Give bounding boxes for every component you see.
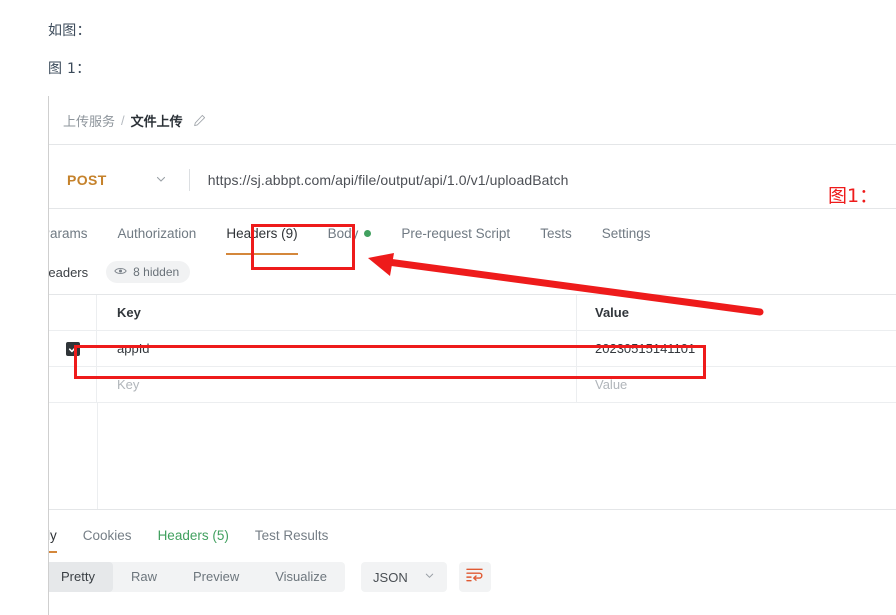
tab-tests[interactable]: Tests xyxy=(540,226,572,241)
url-input[interactable]: https://sj.abbpt.com/api/file/output/api… xyxy=(208,172,569,188)
chevron-down-icon xyxy=(424,570,435,584)
response-view-segmented-control: Pretty Raw Preview Visualize xyxy=(49,562,346,592)
response-tab-headers[interactable]: Headers (5) xyxy=(158,528,229,543)
view-preview-button[interactable]: Preview xyxy=(175,562,257,592)
table-header-checkbox-cell xyxy=(49,295,97,330)
placeholder-checkbox-cell[interactable] xyxy=(49,367,97,402)
hidden-headers-count: 8 hidden xyxy=(133,265,180,279)
wrap-text-icon xyxy=(466,567,483,587)
breadcrumb-separator: / xyxy=(121,112,125,128)
annotation-figure-label: 图1： xyxy=(828,185,879,207)
url-divider xyxy=(188,169,190,191)
response-tab-test-results[interactable]: Test Results xyxy=(255,528,329,543)
wrap-text-button[interactable] xyxy=(458,562,491,592)
row-key-input[interactable]: appId xyxy=(97,331,577,366)
response-toolbar: Pretty Raw Preview Visualize JSON xyxy=(49,562,491,592)
tab-params[interactable]: Params xyxy=(49,226,88,241)
column-header-key: Key xyxy=(97,295,577,330)
eye-icon xyxy=(114,265,127,279)
row-value-input[interactable]: 20230515141101 xyxy=(577,331,896,366)
headers-title: Headers xyxy=(48,264,89,280)
headers-table: Key Value appId 20230515141101 Key Value xyxy=(49,294,896,403)
tab-pre-request-script[interactable]: Pre-request Script xyxy=(401,226,510,241)
tab-body[interactable]: Body xyxy=(328,226,372,241)
chevron-down-icon[interactable] xyxy=(155,173,167,188)
tab-settings[interactable]: Settings xyxy=(602,226,651,241)
placeholder-value-input[interactable]: Value xyxy=(577,367,896,402)
checkbox-checked-icon[interactable] xyxy=(65,341,80,356)
table-empty-area xyxy=(49,402,896,510)
breadcrumb-parent[interactable]: 上传服务 xyxy=(63,111,115,130)
view-pretty-button[interactable]: Pretty xyxy=(49,562,113,592)
placeholder-key-input[interactable]: Key xyxy=(97,367,577,402)
view-visualize-button[interactable]: Visualize xyxy=(257,562,345,592)
response-format-select[interactable]: JSON xyxy=(361,562,447,592)
http-method-label[interactable]: POST xyxy=(67,172,107,188)
url-bar: POST https://sj.abbpt.com/api/file/outpu… xyxy=(49,158,896,202)
doc-line-1: 如图： xyxy=(48,23,91,39)
response-tabs: ody Cookies Headers (5) Test Results xyxy=(49,520,354,553)
doc-line-2: 图 1： xyxy=(48,61,91,77)
tab-body-label: Body xyxy=(327,225,359,241)
table-empty-divider xyxy=(97,402,98,509)
response-tab-body[interactable]: ody xyxy=(49,528,57,553)
breadcrumb-current[interactable]: 文件上传 xyxy=(131,111,183,130)
postman-screenshot-panel: 上传服务 / 文件上传 POST https://sj.abbpt.com/ap… xyxy=(48,96,896,615)
breadcrumb: 上传服务 / 文件上传 xyxy=(49,96,896,144)
table-row[interactable]: appId 20230515141101 xyxy=(49,331,896,367)
pencil-icon[interactable] xyxy=(193,114,206,127)
hidden-headers-pill[interactable]: 8 hidden xyxy=(106,261,191,283)
tab-headers[interactable]: Headers (9) xyxy=(226,226,298,255)
response-tab-cookies[interactable]: Cookies xyxy=(83,528,132,543)
response-format-label: JSON xyxy=(373,569,408,585)
headers-subheader: Headers 8 hidden xyxy=(48,259,191,285)
table-header-row: Key Value xyxy=(49,295,896,331)
request-tabs: Params Authorization Headers (9) Body Pr… xyxy=(49,214,680,255)
body-modified-dot-icon xyxy=(364,229,372,237)
table-placeholder-row[interactable]: Key Value xyxy=(49,367,896,403)
divider-below-url xyxy=(49,208,896,209)
column-header-value: Value xyxy=(595,305,629,320)
view-raw-button[interactable]: Raw xyxy=(113,562,175,592)
divider-below-breadcrumb xyxy=(49,144,896,145)
row-checkbox-cell[interactable] xyxy=(49,331,97,366)
tab-authorization[interactable]: Authorization xyxy=(118,226,197,241)
